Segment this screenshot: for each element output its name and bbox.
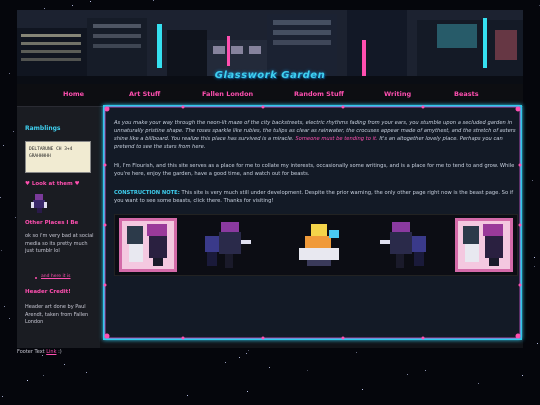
nav-beasts[interactable]: Beasts <box>454 90 479 98</box>
intro-paragraph: As you make your way through the neon-li… <box>114 119 518 151</box>
nav-fallen-london[interactable]: Fallen London <box>202 90 253 98</box>
star <box>9 318 10 319</box>
ramblings-line: DELTARUNE CH 3+4 <box>29 147 73 152</box>
footer: Footer Text Link :) <box>17 349 62 355</box>
header-credit-heading: Header Credit! <box>25 289 71 295</box>
star <box>13 131 14 132</box>
star <box>537 343 538 344</box>
star <box>44 8 45 9</box>
ramblings-box: DELTARUNE CH 3+4 GRAHHHHH <box>25 141 91 173</box>
nav-art-stuff[interactable]: Art Stuff <box>129 90 160 98</box>
star <box>356 352 357 353</box>
ramblings-heading: Ramblings <box>25 125 61 132</box>
star <box>64 364 65 365</box>
star <box>407 374 408 375</box>
gallery-art-kris-susie <box>205 222 251 268</box>
nav-random-stuff[interactable]: Random Stuff <box>294 90 344 98</box>
star <box>3 145 4 146</box>
star <box>248 350 249 351</box>
gallery-art-kris-susie-2 <box>380 222 426 268</box>
header-banner: Glasswork Garden <box>17 10 523 84</box>
ramblings-line: GRAHHHHH <box>29 154 51 159</box>
look-at-them-heading: ♥ Look at them ♥ <box>25 181 80 187</box>
star <box>27 380 28 381</box>
nav-writing[interactable]: Writing <box>384 90 411 98</box>
character-gallery <box>114 214 518 276</box>
star <box>15 217 16 218</box>
sidebar-character-sprite <box>31 194 47 213</box>
star <box>534 257 535 258</box>
star <box>307 370 308 371</box>
star <box>247 391 248 392</box>
construction-note-label: CONSTRUCTION NOTE: <box>114 190 180 196</box>
star <box>72 5 73 6</box>
star <box>1 250 2 251</box>
star <box>43 375 44 376</box>
footer-smiley: :) <box>58 349 62 355</box>
main-navigation: Home Art Stuff Fallen London Random Stuf… <box>17 84 523 107</box>
other-places-heading: Other Places I Be <box>25 220 79 226</box>
star <box>225 362 226 363</box>
construction-note: CONSTRUCTION NOTE: This site is very muc… <box>114 189 518 205</box>
gallery-art-ralsei-susie-frame-2 <box>455 218 513 272</box>
star <box>153 0 154 1</box>
star <box>4 306 5 307</box>
page-frame: Glasswork Garden Home Art Stuff Fallen L… <box>17 10 523 348</box>
star <box>522 375 523 376</box>
tumblr-link[interactable]: and here it is <box>41 274 71 279</box>
other-places-text: ok so i'm very bad at social media so it… <box>25 233 94 254</box>
main-content-panel: As you make your way through the neon-li… <box>103 105 522 340</box>
star <box>90 1 91 2</box>
star <box>269 367 270 368</box>
star <box>42 355 43 356</box>
header-credit-text: Header art done by Paul Arendt, taken fr… <box>25 304 89 325</box>
star <box>239 357 240 358</box>
site-title[interactable]: Glasswork Garden <box>17 70 523 81</box>
footer-link[interactable]: Link <box>46 349 56 355</box>
star <box>534 266 535 267</box>
star <box>2 396 3 397</box>
nav-home[interactable]: Home <box>63 90 84 98</box>
bullet-icon <box>35 277 37 279</box>
intro-highlight: Someone must be tending to it. <box>295 136 378 142</box>
star <box>9 73 10 74</box>
footer-text: Footer Text <box>17 349 45 355</box>
star <box>532 180 533 181</box>
sidebar: Ramblings DELTARUNE CH 3+4 GRAHHHHH ♥ Lo… <box>17 107 100 348</box>
star <box>86 372 87 373</box>
star <box>425 370 426 371</box>
star <box>0 197 1 198</box>
star <box>362 389 363 390</box>
gallery-art-ralsei-susie-frame <box>119 218 177 272</box>
star <box>246 353 247 354</box>
star <box>478 383 479 384</box>
gallery-art-noelle-sprite <box>299 224 339 266</box>
star <box>187 395 188 396</box>
welcome-paragraph: Hi, I'm Flourish, and this site serves a… <box>114 163 515 177</box>
